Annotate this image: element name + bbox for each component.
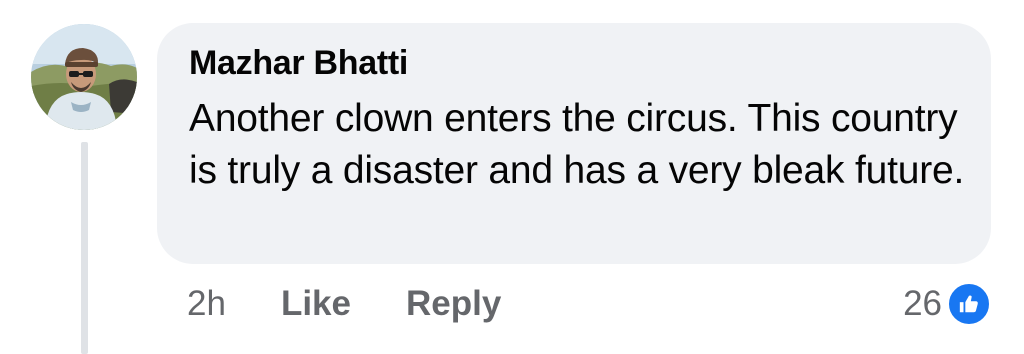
comment-actions: 2h Like Reply [187, 280, 556, 328]
reaction-summary[interactable]: 26 [903, 280, 992, 328]
comment-author[interactable]: Mazhar Bhatti [189, 41, 959, 85]
thumbs-up-icon [946, 281, 992, 327]
comment-timestamp[interactable]: 2h [187, 284, 226, 324]
avatar[interactable] [31, 24, 137, 130]
avatar-photo [31, 24, 137, 130]
reply-button[interactable]: Reply [406, 284, 501, 324]
comment-text: Another clown enters the circus. This co… [189, 97, 965, 192]
reaction-count: 26 [903, 284, 942, 323]
like-button[interactable]: Like [281, 284, 351, 324]
comment-bubble: Mazhar Bhatti Another clown enters the c… [157, 23, 991, 264]
thread-line [81, 142, 88, 354]
comment: Mazhar Bhatti Another clown enters the c… [0, 0, 1024, 354]
